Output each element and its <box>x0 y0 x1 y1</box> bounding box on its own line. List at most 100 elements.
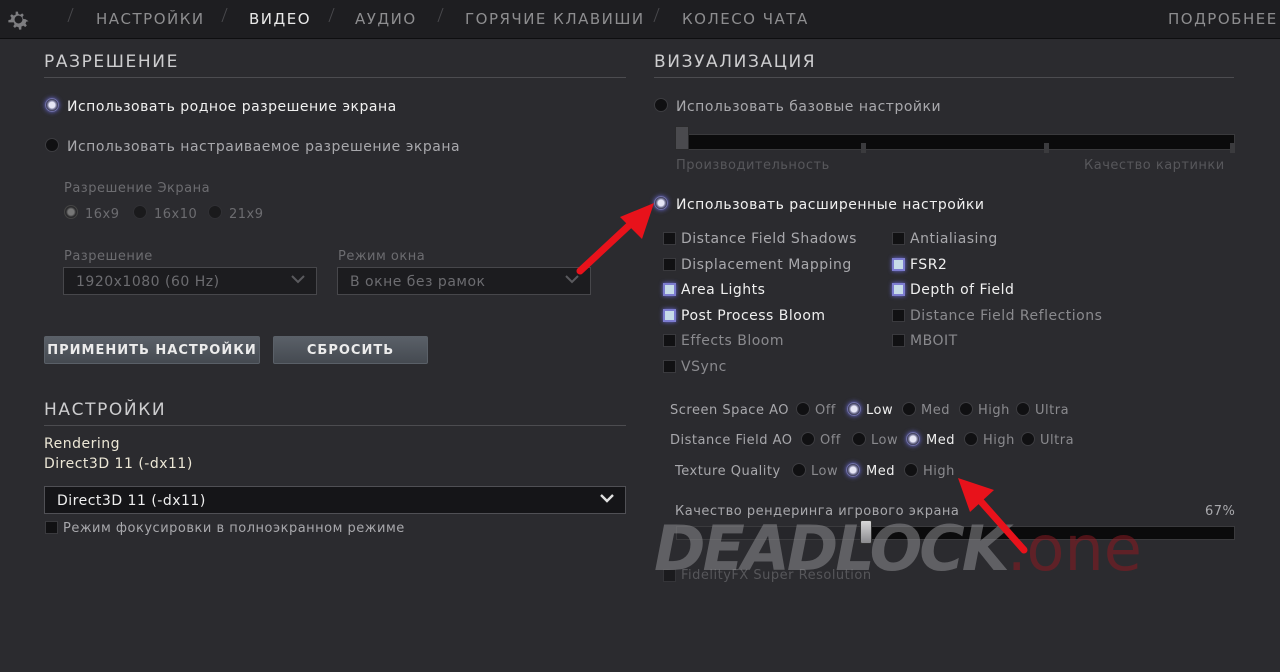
focus-mode-label: Режим фокусировки в полноэкранном режиме <box>63 521 405 536</box>
texture-med-radio[interactable] <box>846 463 860 477</box>
texture-quality-label: Texture Quality <box>675 464 781 479</box>
fsr2-label: FSR2 <box>910 257 948 273</box>
gear-icon[interactable] <box>5 6 32 33</box>
dfao-off-radio[interactable] <box>801 432 815 446</box>
dfao-med-label: Med <box>926 433 955 448</box>
ssao-low-radio[interactable] <box>847 402 861 416</box>
slider-tick <box>1044 143 1049 153</box>
chevron-down-icon <box>565 275 579 284</box>
checkbox-antialiasing[interactable] <box>892 232 905 245</box>
tab-separator <box>221 8 228 22</box>
depth-of-field-label: Depth of Field <box>910 282 1015 298</box>
chevron-down-icon <box>291 275 305 284</box>
dfao-high-label: High <box>983 433 1015 448</box>
rendering-label: Rendering <box>44 436 120 452</box>
distance-field-shadows-label: Distance Field Shadows <box>681 231 857 247</box>
post-process-bloom-label: Post Process Bloom <box>681 308 826 324</box>
window-mode-select-value: В окне без рамок <box>350 274 486 290</box>
resolution-label: Разрешение <box>64 249 153 264</box>
tab-audio[interactable]: АУДИО <box>355 10 417 28</box>
tab-chat-wheel[interactable]: КОЛЕСО ЧАТА <box>682 10 809 28</box>
texture-med-label: Med <box>866 464 895 479</box>
displacement-mapping-label: Displacement Mapping <box>681 257 852 273</box>
rendering-value: Direct3D 11 (-dx11) <box>44 456 193 472</box>
distance-field-reflections-label: Distance Field Reflections <box>910 308 1103 324</box>
advanced-settings-radio[interactable] <box>654 196 668 210</box>
reset-button[interactable]: СБРОСИТЬ <box>273 336 428 364</box>
visualization-section-title: ВИЗУАЛИЗАЦИЯ <box>654 52 817 72</box>
top-nav-bar: НАСТРОЙКИ ВИДЕО АУДИО ГОРЯЧИЕ КЛАВИШИ КО… <box>0 0 1280 39</box>
ssao-off-radio[interactable] <box>796 402 810 416</box>
aspect-ratio-label: Разрешение Экрана <box>64 181 211 196</box>
area-lights-label: Area Lights <box>681 282 766 298</box>
aspect-16x9-radio[interactable] <box>64 205 78 219</box>
tab-separator <box>653 8 660 22</box>
more-link[interactable]: ПОДРОБНЕЕ <box>1168 10 1278 28</box>
window-mode-select[interactable]: В окне без рамок <box>337 267 591 295</box>
checkbox-distance-field-shadows[interactable] <box>663 232 676 245</box>
basic-settings-label: Использовать базовые настройки <box>676 99 942 115</box>
quality-preset-handle[interactable] <box>675 126 689 150</box>
texture-low-label: Low <box>811 464 839 479</box>
dfao-off-label: Off <box>820 433 841 448</box>
advanced-settings-label: Использовать расширенные настройки <box>676 197 985 213</box>
dfao-ultra-radio[interactable] <box>1021 432 1035 446</box>
quality-preset-slider[interactable] <box>676 134 1235 150</box>
ssao-ultra-radio[interactable] <box>1016 402 1030 416</box>
texture-high-radio[interactable] <box>904 463 918 477</box>
apply-settings-button[interactable]: ПРИМЕНИТЬ НАСТРОЙКИ <box>44 336 260 364</box>
performance-label: Производительность <box>676 158 830 173</box>
resolution-select-value: 1920x1080 (60 Hz) <box>76 274 220 290</box>
ssao-label: Screen Space AO <box>670 403 789 418</box>
resolution-select[interactable]: 1920x1080 (60 Hz) <box>63 267 317 295</box>
native-resolution-radio[interactable] <box>45 98 59 112</box>
texture-low-radio[interactable] <box>792 463 806 477</box>
checkbox-area-lights[interactable] <box>663 283 676 296</box>
dfao-med-radio[interactable] <box>906 432 920 446</box>
aspect-16x10-radio[interactable] <box>133 205 147 219</box>
checkbox-distance-field-reflections[interactable] <box>892 309 905 322</box>
ssao-med-radio[interactable] <box>902 402 916 416</box>
picture-quality-label: Качество картинки <box>1084 158 1225 173</box>
dfao-label: Distance Field AO <box>670 433 793 448</box>
tab-hotkeys[interactable]: ГОРЯЧИЕ КЛАВИШИ <box>465 10 645 28</box>
ssao-low-label: Low <box>866 403 894 418</box>
effects-bloom-label: Effects Bloom <box>681 333 785 349</box>
antialiasing-label: Antialiasing <box>910 231 998 247</box>
watermark-logo: DEADLOCK.one <box>654 512 1142 585</box>
ssao-ultra-label: Ultra <box>1035 403 1070 418</box>
dfao-low-radio[interactable] <box>852 432 866 446</box>
focus-mode-checkbox[interactable] <box>45 521 58 534</box>
tab-settings[interactable]: НАСТРОЙКИ <box>96 10 205 28</box>
aspect-21x9-radio[interactable] <box>208 205 222 219</box>
tab-separator <box>437 8 444 22</box>
ssao-high-label: High <box>978 403 1010 418</box>
tab-video[interactable]: ВИДЕО <box>249 10 311 28</box>
dfao-ultra-label: Ultra <box>1040 433 1075 448</box>
checkbox-post-process-bloom[interactable] <box>663 309 676 322</box>
resolution-section-title: РАЗРЕШЕНИЕ <box>44 52 179 72</box>
custom-resolution-label: Использовать настраиваемое разрешение эк… <box>67 139 461 155</box>
dfao-high-radio[interactable] <box>964 432 978 446</box>
renderer-select[interactable]: Direct3D 11 (-dx11) <box>44 486 626 514</box>
checkbox-fsr2[interactable] <box>892 258 905 271</box>
checkbox-mboit[interactable] <box>892 334 905 347</box>
renderer-select-value: Direct3D 11 (-dx11) <box>57 493 206 509</box>
window-mode-label: Режим окна <box>338 249 426 264</box>
section-divider <box>44 425 626 426</box>
dfao-low-label: Low <box>871 433 899 448</box>
render-quality-value: 67% <box>1205 504 1236 519</box>
vsync-label: VSync <box>681 359 727 375</box>
aspect-21x9-label: 21x9 <box>229 207 264 222</box>
custom-resolution-radio[interactable] <box>45 138 59 152</box>
ssao-med-label: Med <box>921 403 950 418</box>
watermark-part1: DEADLOCK <box>654 512 1010 585</box>
checkbox-displacement-mapping[interactable] <box>663 258 676 271</box>
ssao-off-label: Off <box>815 403 836 418</box>
checkbox-depth-of-field[interactable] <box>892 283 905 296</box>
section-divider <box>654 77 1234 78</box>
checkbox-effects-bloom[interactable] <box>663 334 676 347</box>
checkbox-vsync[interactable] <box>663 360 676 373</box>
ssao-high-radio[interactable] <box>959 402 973 416</box>
basic-settings-radio[interactable] <box>654 98 668 112</box>
